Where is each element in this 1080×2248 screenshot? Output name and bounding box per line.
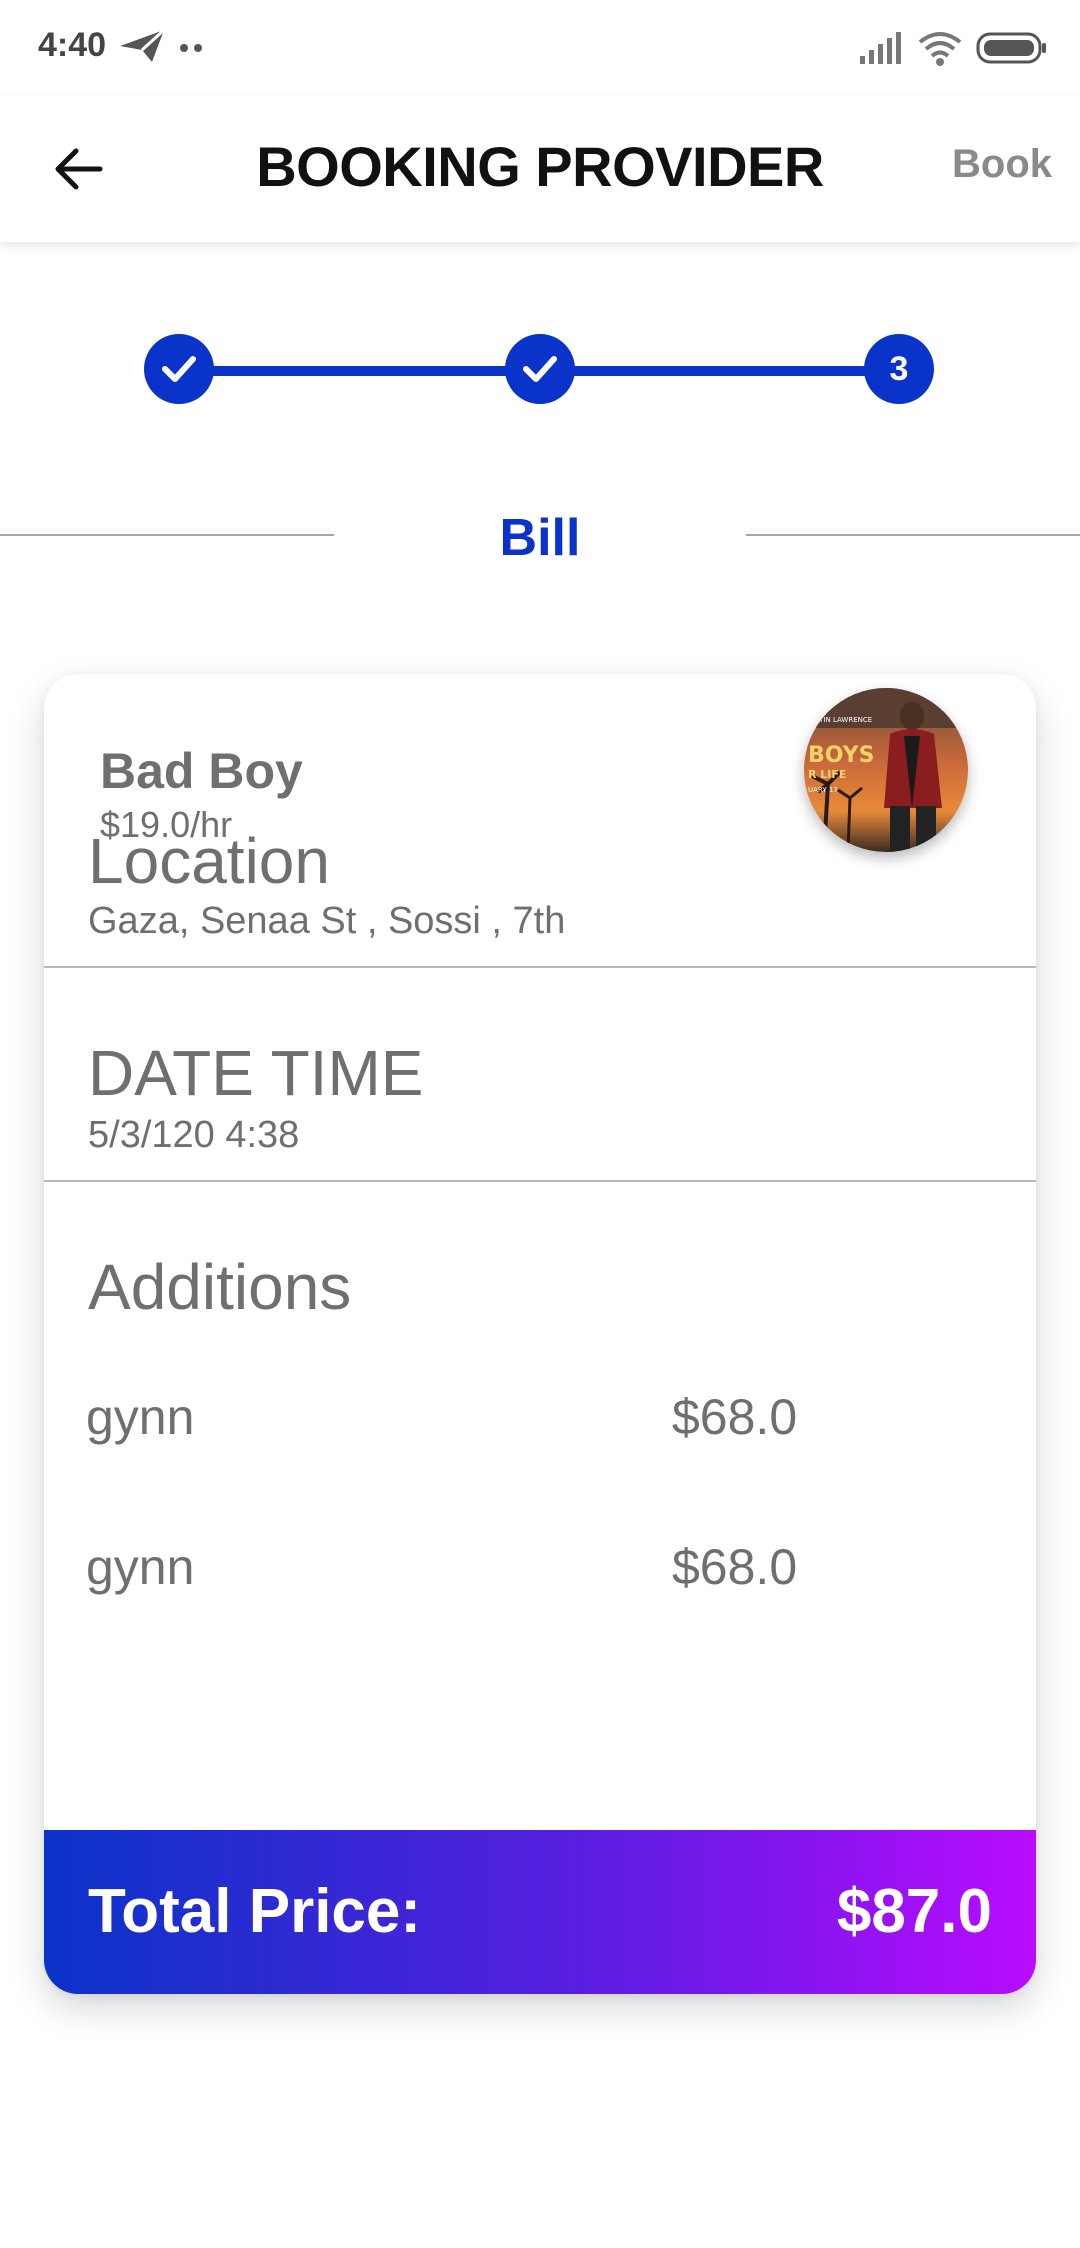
- send-icon: [120, 28, 166, 62]
- status-right-icons: [858, 28, 1048, 68]
- more-dots-icon: [180, 44, 202, 52]
- check-icon: [162, 356, 196, 382]
- signal-icon: [860, 32, 901, 64]
- location-value: Gaza, Senaa St , Sossi , 7th: [88, 900, 566, 942]
- check-icon: [523, 356, 557, 382]
- total-price-value: $87.0: [836, 1877, 992, 1946]
- divider: [44, 966, 1036, 968]
- status-time: 4:40: [38, 26, 107, 64]
- provider-avatar: BOYS R LIFE ARTIN LAWRENCE UARY 17: [804, 688, 968, 852]
- app-bar: BOOKING PROVIDER Book: [0, 96, 1080, 242]
- svg-text:R LIFE: R LIFE: [808, 768, 846, 781]
- section-divider-left: [0, 534, 334, 536]
- wifi-icon: [918, 32, 962, 66]
- section-divider-right: [746, 534, 1080, 536]
- booking-stepper: 3: [0, 330, 1080, 410]
- addition-price: $68.0: [672, 1539, 798, 1595]
- step-3-current: 3: [864, 334, 934, 404]
- bill-card: Bad Boy $19.0/hr BOYS R LIFE ARTIN LAWRE…: [44, 674, 1036, 1994]
- addition-name: gynn: [86, 1539, 195, 1595]
- addition-item: gynn $68.0: [86, 1388, 986, 1448]
- datetime-heading: DATE TIME: [88, 1037, 424, 1109]
- addition-name: gynn: [86, 1389, 195, 1445]
- svg-text:UARY 17: UARY 17: [808, 786, 838, 794]
- page-title: BOOKING PROVIDER: [256, 135, 824, 198]
- section-title: Bill: [499, 509, 581, 567]
- battery-icon: [976, 32, 1046, 64]
- datetime-value: 5/3/120 4:38: [88, 1114, 300, 1156]
- location-heading: Location: [88, 825, 330, 897]
- stepper-connector: [178, 366, 540, 376]
- step-1-complete: [144, 334, 214, 404]
- book-button[interactable]: Book: [952, 142, 1052, 187]
- svg-text:BOYS: BOYS: [808, 743, 874, 768]
- status-left-icons: [118, 26, 218, 66]
- provider-poster-image: BOYS R LIFE ARTIN LAWRENCE UARY 17: [804, 688, 968, 852]
- divider: [44, 1180, 1036, 1182]
- svg-text:ARTIN LAWRENCE: ARTIN LAWRENCE: [810, 716, 872, 724]
- total-price-bar: Total Price: $87.0: [44, 1830, 1036, 1994]
- total-price-label: Total Price:: [88, 1877, 422, 1946]
- step-2-complete: [505, 334, 575, 404]
- back-button[interactable]: [40, 136, 116, 202]
- addition-item: gynn $68.0: [86, 1538, 986, 1598]
- provider-name: Bad Boy: [100, 743, 303, 799]
- additions-heading: Additions: [88, 1251, 352, 1323]
- addition-price: $68.0: [672, 1389, 798, 1445]
- stepper-connector: [540, 366, 900, 376]
- status-bar: 4:40: [0, 0, 1080, 96]
- arrow-back-icon: [55, 148, 103, 190]
